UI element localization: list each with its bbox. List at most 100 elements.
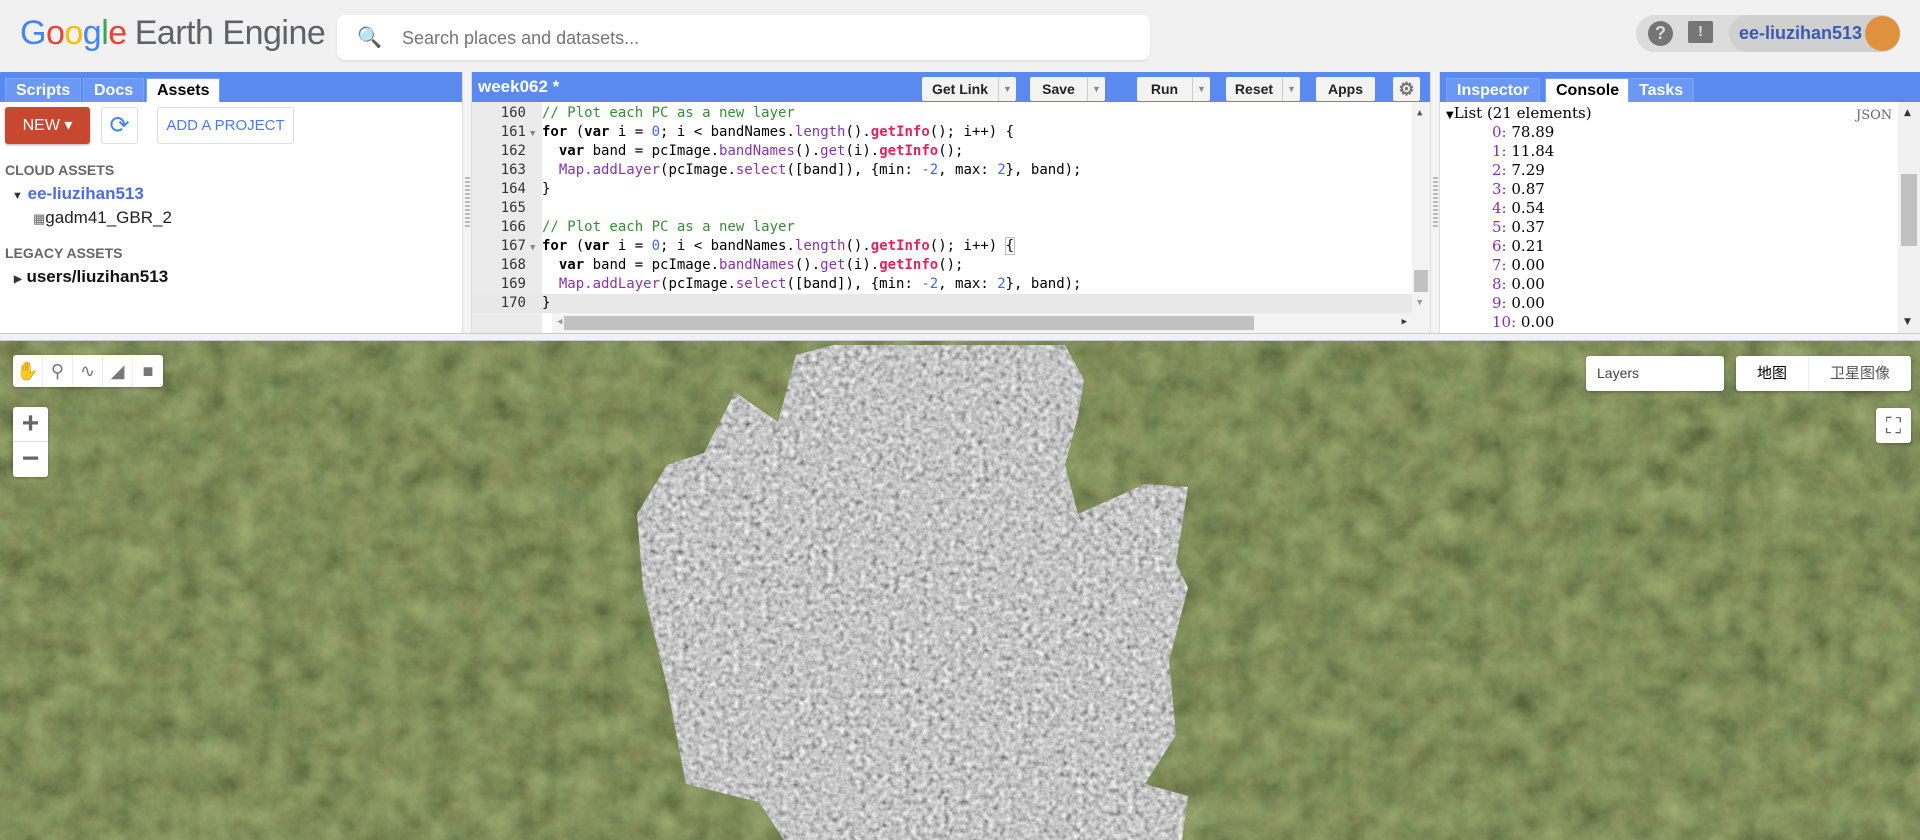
polygon-icon[interactable]: ◢	[103, 355, 133, 387]
list-value: 11.84	[1511, 142, 1555, 160]
caret-down-icon: ▾	[64, 117, 73, 134]
editor-vertical-scrollbar[interactable]: ▲ ▼	[1412, 102, 1430, 333]
rectangle-icon[interactable]: ■	[133, 355, 163, 387]
get-link-button[interactable]: Get Link ▼	[922, 77, 1016, 101]
list-index: 3:	[1492, 180, 1507, 198]
code-line[interactable]: 164}	[472, 180, 1412, 199]
list-index: 8:	[1492, 275, 1507, 293]
list-value: 0.00	[1511, 256, 1545, 274]
list-index: 1:	[1492, 142, 1507, 160]
editor-horizontal-scrollbar[interactable]: ◀ ▶	[552, 313, 1412, 333]
list-item: 7: 0.00	[1492, 256, 1545, 275]
code-line[interactable]: 167 ▼ for (var i = 0; i < bandNames.length…	[472, 237, 1412, 256]
code-line[interactable]: 165	[472, 199, 1412, 218]
panel-resize-handle[interactable]	[462, 72, 472, 333]
list-index: 6:	[1492, 237, 1507, 255]
console-scrollbar[interactable]: ▲ ▼	[1898, 102, 1920, 333]
reset-button[interactable]: Reset ▼	[1226, 77, 1300, 101]
code-editor[interactable]: 160// Plot each PC as a new layer 161 ▼ fo…	[472, 102, 1430, 333]
list-item: 3: 0.87	[1492, 180, 1545, 199]
fullscreen-icon[interactable]: ⛶	[1876, 408, 1911, 443]
layers-button[interactable]: Layers	[1586, 356, 1724, 391]
feedback-icon[interactable]: !	[1688, 21, 1713, 43]
list-item: 0: 78.89	[1492, 123, 1554, 142]
tab-docs[interactable]: Docs	[83, 78, 145, 102]
map-type-satellite[interactable]: 卫星图像	[1809, 356, 1911, 391]
tab-assets[interactable]: Assets	[146, 78, 221, 102]
google-earth-engine-logo[interactable]: Google Earth Engine	[20, 14, 326, 53]
dropdown-icon[interactable]: ▼	[998, 77, 1016, 101]
code-line[interactable]: 160// Plot each PC as a new layer	[472, 104, 1412, 123]
table-icon: ▦	[33, 211, 46, 226]
list-item: 5: 0.37	[1492, 218, 1545, 237]
avatar[interactable]	[1865, 16, 1900, 51]
tab-inspector[interactable]: Inspector	[1446, 78, 1541, 102]
list-value: 0.37	[1511, 218, 1545, 236]
map-type-map[interactable]: 地图	[1736, 356, 1809, 391]
list-item: 8: 0.00	[1492, 275, 1545, 294]
marker-icon[interactable]: ⚲	[43, 355, 73, 387]
run-button[interactable]: Run ▼	[1137, 77, 1210, 101]
list-value: 0.00	[1520, 313, 1555, 331]
list-value: 0.00	[1511, 275, 1545, 293]
json-link[interactable]: JSON	[1856, 106, 1892, 125]
cloud-assets-heading: CLOUD ASSETS	[5, 162, 115, 178]
code-line[interactable]: 162 var band = pcImage.bandNames().get(i…	[472, 142, 1412, 161]
list-item: 4: 0.54	[1492, 199, 1545, 218]
list-index: 7:	[1492, 256, 1507, 274]
cloud-project-item[interactable]: ▼ ee-liuzihan513	[12, 184, 144, 204]
add-project-button[interactable]: ADD A PROJECT	[157, 107, 294, 144]
list-item: 6: 0.21	[1492, 237, 1545, 256]
list-index: 2:	[1492, 161, 1507, 179]
list-index: 10:	[1492, 313, 1517, 331]
script-title: week062 *	[478, 77, 560, 96]
dropdown-icon[interactable]: ▼	[1087, 77, 1105, 101]
collapse-icon[interactable]: ▼	[1446, 110, 1454, 121]
list-item: 9: 0.00	[1492, 294, 1545, 313]
user-account-button[interactable]: ee-liuzihan513	[1729, 15, 1900, 52]
list-value: 0.87	[1511, 180, 1545, 198]
map-resize-handle[interactable]	[0, 333, 1920, 341]
save-button[interactable]: Save ▼	[1030, 77, 1105, 101]
pan-hand-icon[interactable]: ✋	[13, 355, 43, 387]
help-icon[interactable]: ?	[1648, 21, 1673, 46]
list-value: 78.89	[1511, 123, 1555, 141]
tab-console[interactable]: Console	[1545, 78, 1631, 102]
asset-table-item[interactable]: ▦gadm41_GBR_2	[33, 208, 172, 228]
list-value: 0.21	[1511, 237, 1545, 255]
map-imagery	[0, 341, 1920, 840]
apps-button[interactable]: Apps	[1316, 77, 1375, 101]
list-value: 0.54	[1511, 199, 1545, 217]
left-tab-bar: Scripts Docs Assets	[0, 72, 462, 102]
legacy-assets-heading: LEGACY ASSETS	[5, 245, 123, 261]
code-line[interactable]: 168 var band = pcImage.bandNames().get(i…	[472, 256, 1412, 275]
legacy-folder-item[interactable]: ▶ users/liuzihan513	[14, 267, 168, 287]
tab-tasks[interactable]: Tasks	[1628, 78, 1695, 102]
list-index: 0:	[1492, 123, 1507, 141]
code-line-current[interactable]: 170}	[472, 294, 1412, 313]
panel-resize-handle[interactable]	[1430, 72, 1440, 333]
list-item: 10: 0.00	[1492, 313, 1554, 332]
zoom-in-button[interactable]: +	[13, 407, 48, 442]
code-line[interactable]: 169 Map.addLayer(pcImage.select([band]),…	[472, 275, 1412, 294]
settings-gear-icon[interactable]: ⚙	[1393, 77, 1420, 101]
list-value: 7.29	[1511, 161, 1545, 179]
code-line[interactable]: 166// Plot each PC as a new layer	[472, 218, 1412, 237]
dropdown-icon[interactable]: ▼	[1282, 77, 1300, 101]
refresh-icon[interactable]: ⟳	[101, 107, 138, 144]
new-button[interactable]: NEW ▾	[5, 107, 90, 144]
search-input[interactable]	[402, 25, 1102, 51]
code-line[interactable]: 161 ▼ for (var i = 0; i < bandNames.length…	[472, 123, 1412, 142]
line-icon[interactable]: ∿	[73, 355, 103, 387]
list-item: 1: 11.84	[1492, 142, 1554, 161]
account-bar: ? ! ee-liuzihan513	[1636, 15, 1900, 52]
list-header[interactable]: ▼List (21 elements)	[1446, 104, 1592, 123]
dropdown-icon[interactable]: ▼	[1192, 77, 1210, 101]
zoom-out-button[interactable]: −	[13, 442, 48, 477]
map-view[interactable]: ✋ ⚲ ∿ ◢ ■ + − Layers 地图 卫星图像 ⛶	[0, 341, 1920, 840]
code-line[interactable]: 163 Map.addLayer(pcImage.select([band]),…	[472, 161, 1412, 180]
search-box[interactable]: 🔍	[337, 15, 1150, 60]
tab-scripts[interactable]: Scripts	[5, 78, 82, 102]
list-index: 4:	[1492, 199, 1507, 217]
list-index: 5:	[1492, 218, 1507, 236]
